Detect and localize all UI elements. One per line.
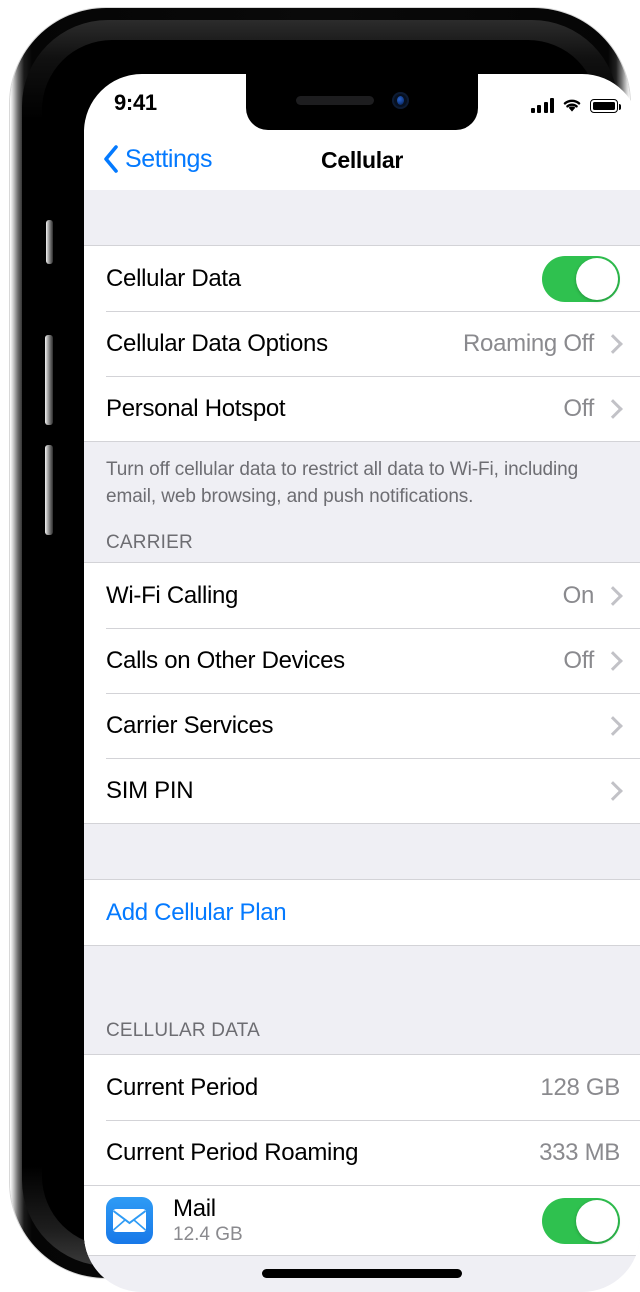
toggle-knob xyxy=(576,257,618,300)
row-cellular-data[interactable]: Cellular Data xyxy=(84,246,640,311)
carrier-section-header: CARRIER xyxy=(106,532,193,553)
row-label: Calls on Other Devices xyxy=(106,646,345,674)
top-spacer xyxy=(84,190,640,245)
phone-screen: 9:41 Settings Cellular Cellular Data Cel… xyxy=(84,74,640,1292)
battery-icon xyxy=(590,99,621,113)
row-label: Cellular Data Options xyxy=(106,329,328,357)
row-label: Personal Hotspot xyxy=(106,394,286,422)
row-value: On xyxy=(562,581,595,609)
carrier-group: Wi-Fi Calling On Calls on Other Devices … xyxy=(84,562,640,824)
cellular-data-footer-text: Turn off cellular data to restrict all d… xyxy=(106,459,579,507)
row-calls-on-other-devices[interactable]: Calls on Other Devices Off xyxy=(84,628,640,693)
earpiece-speaker-icon xyxy=(296,96,374,105)
row-value: 333 MB xyxy=(539,1138,620,1166)
front-camera-icon xyxy=(392,92,409,109)
cellular-data-section-header: CELLULAR DATA xyxy=(106,1020,260,1041)
row-label: Cellular Data xyxy=(106,264,241,292)
home-indicator[interactable] xyxy=(262,1269,462,1278)
volume-down-button[interactable] xyxy=(45,445,53,535)
add-cellular-plan-label: Add Cellular Plan xyxy=(106,898,287,926)
row-value: Off xyxy=(563,646,594,674)
chevron-right-icon xyxy=(603,715,623,736)
cellular-data-group: Cellular Data Cellular Data Options Roam… xyxy=(84,245,640,442)
mail-app-icon xyxy=(106,1197,153,1244)
row-value: Off xyxy=(563,394,594,422)
row-label: Current Period Roaming xyxy=(106,1138,359,1166)
chevron-right-icon xyxy=(603,650,623,671)
row-current-period-roaming[interactable]: Current Period Roaming 333 MB xyxy=(84,1120,640,1185)
envelope-icon xyxy=(112,1209,147,1232)
toggle-knob xyxy=(576,1199,618,1242)
row-label: Wi-Fi Calling xyxy=(106,581,239,609)
spacer-before-add-plan xyxy=(84,824,640,879)
status-indicators xyxy=(530,93,621,113)
cellular-data-usage-group: Current Period 128 GB Current Period Roa… xyxy=(84,1054,640,1256)
page-title: Cellular xyxy=(321,147,403,173)
row-app-mail[interactable]: Mail 12.4 GB xyxy=(84,1185,640,1255)
mute-switch-button[interactable] xyxy=(46,220,53,264)
iphone-device-frame: 9:41 Settings Cellular Cellular Data Cel… xyxy=(10,8,640,1292)
row-label: Current Period xyxy=(106,1073,258,1101)
chevron-right-icon xyxy=(603,780,623,801)
add-cellular-plan-group: Add Cellular Plan xyxy=(84,879,640,946)
navigation-bar: Settings Cellular xyxy=(84,130,640,190)
mail-cellular-toggle[interactable] xyxy=(542,1197,620,1244)
app-name: Mail xyxy=(173,1195,216,1222)
row-label: Carrier Services xyxy=(106,711,274,739)
display-notch xyxy=(246,74,478,130)
row-value: 128 GB xyxy=(540,1073,620,1101)
row-sim-pin[interactable]: SIM PIN xyxy=(84,758,640,823)
row-cellular-data-options[interactable]: Cellular Data Options Roaming Off xyxy=(84,311,640,376)
chevron-right-icon xyxy=(603,398,623,419)
cellular-data-footer-area: Turn off cellular data to restrict all d… xyxy=(84,442,640,562)
chevron-right-icon xyxy=(603,585,623,606)
row-personal-hotspot[interactable]: Personal Hotspot Off xyxy=(84,376,640,441)
chevron-right-icon xyxy=(603,333,623,354)
cellular-signal-icon xyxy=(530,98,554,113)
row-carrier-services[interactable]: Carrier Services xyxy=(84,693,640,758)
cellular-data-toggle[interactable] xyxy=(542,255,620,302)
device-screen-bezel: 9:41 Settings Cellular Cellular Data Cel… xyxy=(42,40,640,1292)
app-usage: 12.4 GB xyxy=(173,1224,243,1245)
device-inner-bezel: 9:41 Settings Cellular Cellular Data Cel… xyxy=(22,20,640,1292)
row-current-period[interactable]: Current Period 128 GB xyxy=(84,1055,640,1120)
row-wifi-calling[interactable]: Wi-Fi Calling On xyxy=(84,563,640,628)
cellular-data-header-area: CELLULAR DATA xyxy=(84,946,640,1054)
status-time: 9:41 xyxy=(114,90,157,115)
row-label: SIM PIN xyxy=(106,776,194,804)
app-text-block: Mail 12.4 GB xyxy=(173,1194,542,1247)
settings-scroll-content[interactable]: Cellular Data Cellular Data Options Roam… xyxy=(84,190,640,1292)
wifi-icon xyxy=(563,99,581,112)
row-value: Roaming Off xyxy=(463,329,594,357)
row-add-cellular-plan[interactable]: Add Cellular Plan xyxy=(84,880,640,945)
volume-up-button[interactable] xyxy=(45,335,53,425)
